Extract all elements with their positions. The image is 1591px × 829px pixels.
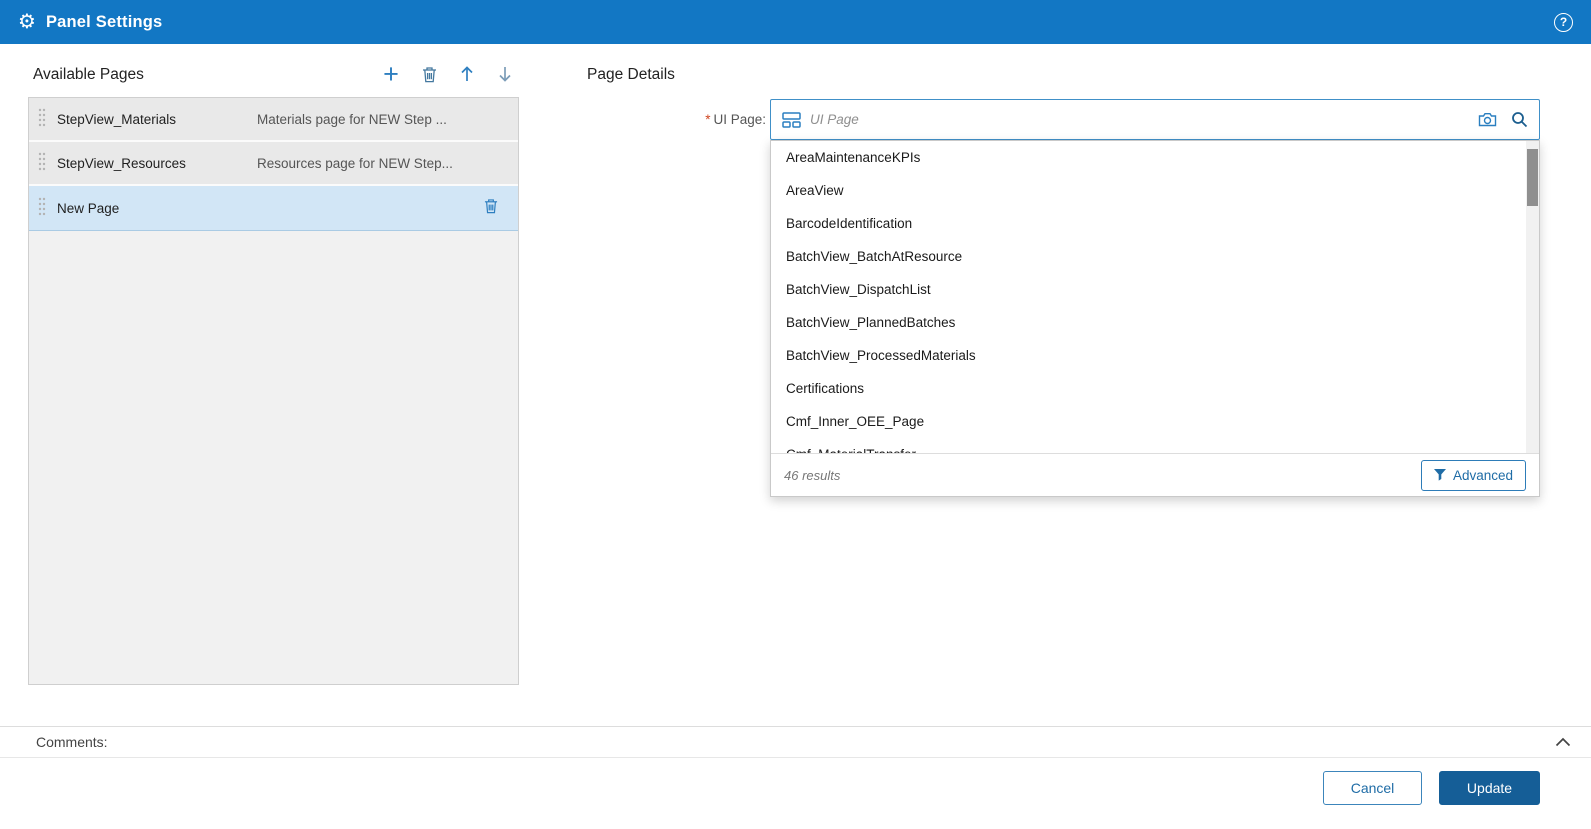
- cancel-button[interactable]: Cancel: [1323, 771, 1422, 805]
- dropdown-option[interactable]: BatchView_ProcessedMaterials: [771, 339, 1539, 372]
- page-description: Resources page for NEW Step...: [257, 156, 506, 171]
- ui-page-field-label: *UI Page:: [600, 112, 766, 127]
- available-pages-title: Available Pages: [33, 66, 144, 84]
- comments-section: Comments:: [0, 726, 1591, 758]
- dropdown-option[interactable]: Certifications: [771, 372, 1539, 405]
- ui-page-layout-icon: [782, 112, 801, 128]
- page-details-title: Page Details: [587, 66, 675, 84]
- dropdown-option[interactable]: Cmf_Inner_OEE_Page: [771, 405, 1539, 438]
- dropdown-items: AreaMaintenanceKPIs AreaView BarcodeIden…: [771, 141, 1539, 453]
- available-pages-list: StepView_Materials Materials page for NE…: [28, 97, 519, 685]
- ui-page-combobox[interactable]: [770, 99, 1540, 140]
- dropdown-footer: 46 results Advanced: [771, 453, 1539, 496]
- scrollbar-thumb[interactable]: [1527, 149, 1538, 206]
- required-marker: *: [705, 112, 710, 127]
- pages-toolbar: +: [380, 62, 516, 86]
- move-up-icon[interactable]: [456, 62, 478, 86]
- dialog-actions: Cancel Update: [1323, 771, 1540, 805]
- dropdown-option[interactable]: AreaMaintenanceKPIs: [771, 141, 1539, 174]
- panel-settings-dialog: ⚙ Panel Settings ? Available Pages +: [0, 0, 1591, 829]
- delete-row-icon[interactable]: [484, 198, 498, 219]
- page-row-stepview-materials[interactable]: StepView_Materials Materials page for NE…: [29, 98, 518, 142]
- page-name: StepView_Resources: [57, 156, 257, 171]
- filter-icon: [1434, 469, 1446, 481]
- dropdown-scrollbar[interactable]: [1526, 141, 1539, 453]
- page-description: Materials page for NEW Step ...: [257, 112, 506, 127]
- ui-page-input[interactable]: [810, 112, 1472, 127]
- field-label-text: UI Page:: [713, 112, 766, 127]
- drag-handle-icon[interactable]: [38, 106, 46, 133]
- drag-handle-icon[interactable]: [38, 150, 46, 177]
- page-name: New Page: [57, 201, 257, 216]
- dropdown-option[interactable]: BatchView_BatchAtResource: [771, 240, 1539, 273]
- page-row-new-page[interactable]: New Page: [29, 186, 518, 231]
- dropdown-option[interactable]: BarcodeIdentification: [771, 207, 1539, 240]
- dropdown-option[interactable]: AreaView: [771, 174, 1539, 207]
- move-down-icon[interactable]: [494, 62, 516, 86]
- chevron-up-icon[interactable]: [1555, 737, 1571, 747]
- update-button[interactable]: Update: [1439, 771, 1540, 805]
- camera-icon[interactable]: [1478, 112, 1497, 127]
- gear-icon: ⚙: [18, 12, 36, 32]
- add-page-icon[interactable]: +: [380, 62, 402, 86]
- header-bar: ⚙ Panel Settings ?: [0, 0, 1591, 44]
- drag-handle-icon[interactable]: [38, 195, 46, 222]
- dropdown-option[interactable]: Cmf_MaterialTransfer: [771, 438, 1539, 453]
- search-icon[interactable]: [1511, 111, 1528, 128]
- results-count: 46 results: [784, 468, 840, 483]
- dropdown-option[interactable]: BatchView_PlannedBatches: [771, 306, 1539, 339]
- page-row-stepview-resources[interactable]: StepView_Resources Resources page for NE…: [29, 142, 518, 186]
- page-name: StepView_Materials: [57, 112, 257, 127]
- ui-page-dropdown: AreaMaintenanceKPIs AreaView BarcodeIden…: [770, 140, 1540, 497]
- advanced-button[interactable]: Advanced: [1421, 460, 1526, 491]
- dropdown-option[interactable]: BatchView_DispatchList: [771, 273, 1539, 306]
- advanced-label: Advanced: [1453, 468, 1513, 483]
- page-title: Panel Settings: [46, 13, 163, 32]
- comments-label: Comments:: [36, 734, 108, 750]
- delete-page-icon[interactable]: [418, 62, 440, 86]
- help-icon[interactable]: ?: [1554, 13, 1573, 32]
